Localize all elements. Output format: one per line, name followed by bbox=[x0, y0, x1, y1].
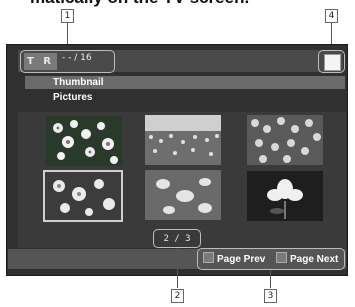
callout-3-leader bbox=[270, 270, 271, 288]
flowers-image bbox=[46, 116, 122, 166]
callout-4: 4 bbox=[325, 9, 338, 23]
thumbnail[interactable] bbox=[145, 170, 221, 220]
callout-3: 3 bbox=[264, 289, 277, 303]
thumbnail[interactable] bbox=[247, 115, 323, 165]
callout-1-frame bbox=[20, 50, 115, 73]
callout-4-frame bbox=[318, 50, 345, 73]
white-flower-image bbox=[247, 171, 323, 221]
callout-1: 1 bbox=[61, 9, 74, 23]
blossoms-image bbox=[247, 115, 323, 165]
thumbnail-selected[interactable] bbox=[43, 170, 123, 222]
petals-image bbox=[145, 170, 221, 220]
flower-field-image bbox=[145, 115, 221, 165]
title-pictures: Pictures bbox=[53, 92, 93, 103]
callout-3-frame bbox=[197, 248, 345, 270]
callout-2: 2 bbox=[171, 289, 184, 303]
page-heading: matically on the TV screen. bbox=[30, 0, 330, 8]
callout-2-leader bbox=[177, 248, 178, 288]
thumbnail[interactable] bbox=[46, 116, 122, 166]
title-thumbnail: Thumbnail bbox=[25, 76, 345, 89]
callout-4-leader bbox=[331, 23, 332, 45]
callout-2-frame bbox=[153, 229, 201, 248]
thumbnail[interactable] bbox=[145, 115, 221, 165]
flowers-selected-image bbox=[45, 172, 121, 220]
callout-1-leader bbox=[67, 23, 68, 45]
thumbnail[interactable] bbox=[247, 171, 323, 221]
